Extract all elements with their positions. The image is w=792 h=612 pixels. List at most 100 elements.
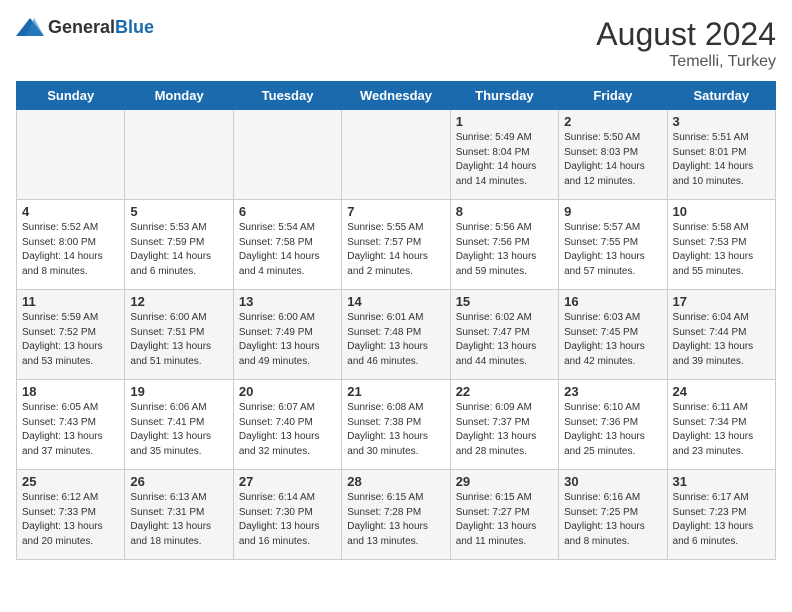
- day-info: Sunrise: 5:59 AM Sunset: 7:52 PM Dayligh…: [22, 311, 119, 369]
- day-info: Sunrise: 6:13 AM Sunset: 7:31 PM Dayligh…: [130, 491, 227, 549]
- calendar-cell: 21 Sunrise: 6:08 AM Sunset: 7:38 PM Dayli…: [342, 380, 450, 470]
- calendar-week-row: 1 Sunrise: 5:49 AM Sunset: 8:04 PM Daylig…: [17, 110, 776, 200]
- day-number: 10: [673, 204, 770, 219]
- day-info: Sunrise: 6:17 AM Sunset: 7:23 PM Dayligh…: [673, 491, 770, 549]
- page-header: GeneralBlue August 2024 Temelli, Turkey: [16, 16, 776, 71]
- day-info: Sunrise: 6:14 AM Sunset: 7:30 PM Dayligh…: [239, 491, 336, 549]
- day-info: Sunrise: 6:15 AM Sunset: 7:28 PM Dayligh…: [347, 491, 444, 549]
- title-block: August 2024 Temelli, Turkey: [596, 16, 776, 71]
- day-info: Sunrise: 5:49 AM Sunset: 8:04 PM Dayligh…: [456, 131, 553, 189]
- calendar-cell: 25Sunrise: 6:12 AM Sunset: 7:33 PM Dayli…: [17, 470, 125, 560]
- calendar-cell: 9 Sunrise: 5:57 AM Sunset: 7:55 PM Daylig…: [559, 200, 667, 290]
- calendar-week-row: 4Sunrise: 5:52 AM Sunset: 8:00 PM Daylig…: [17, 200, 776, 290]
- calendar-cell: 26 Sunrise: 6:13 AM Sunset: 7:31 PM Dayli…: [125, 470, 233, 560]
- day-number: 15: [456, 294, 553, 309]
- calendar-cell: 24 Sunrise: 6:11 AM Sunset: 7:34 PM Dayli…: [667, 380, 775, 470]
- day-info: Sunrise: 5:57 AM Sunset: 7:55 PM Dayligh…: [564, 221, 661, 279]
- day-number: 16: [564, 294, 661, 309]
- day-info: Sunrise: 6:00 AM Sunset: 7:51 PM Dayligh…: [130, 311, 227, 369]
- calendar-table: SundayMondayTuesdayWednesdayThursdayFrid…: [16, 81, 776, 560]
- day-number: 6: [239, 204, 336, 219]
- calendar-week-row: 11 Sunrise: 5:59 AM Sunset: 7:52 PM Dayli…: [17, 290, 776, 380]
- calendar-cell: [125, 110, 233, 200]
- day-info: Sunrise: 6:09 AM Sunset: 7:37 PM Dayligh…: [456, 401, 553, 459]
- day-number: 26: [130, 474, 227, 489]
- calendar-cell: [17, 110, 125, 200]
- location: Temelli, Turkey: [596, 53, 776, 71]
- calendar-week-row: 18Sunrise: 6:05 AM Sunset: 7:43 PM Dayli…: [17, 380, 776, 470]
- calendar-cell: 23Sunrise: 6:10 AM Sunset: 7:36 PM Dayli…: [559, 380, 667, 470]
- logo-icon: [16, 16, 44, 38]
- day-info: Sunrise: 5:58 AM Sunset: 7:53 PM Dayligh…: [673, 221, 770, 279]
- day-number: 14: [347, 294, 444, 309]
- day-number: 30: [564, 474, 661, 489]
- calendar-cell: 22 Sunrise: 6:09 AM Sunset: 7:37 PM Dayli…: [450, 380, 558, 470]
- day-number: 20: [239, 384, 336, 399]
- day-info: Sunrise: 6:04 AM Sunset: 7:44 PM Dayligh…: [673, 311, 770, 369]
- day-of-week-header: Sunday: [17, 82, 125, 110]
- calendar-cell: 31 Sunrise: 6:17 AM Sunset: 7:23 PM Dayli…: [667, 470, 775, 560]
- calendar-cell: 20 Sunrise: 6:07 AM Sunset: 7:40 PM Dayli…: [233, 380, 341, 470]
- calendar-week-row: 25Sunrise: 6:12 AM Sunset: 7:33 PM Dayli…: [17, 470, 776, 560]
- day-info: Sunrise: 6:00 AM Sunset: 7:49 PM Dayligh…: [239, 311, 336, 369]
- calendar-cell: 27 Sunrise: 6:14 AM Sunset: 7:30 PM Dayli…: [233, 470, 341, 560]
- day-info: Sunrise: 5:56 AM Sunset: 7:56 PM Dayligh…: [456, 221, 553, 279]
- day-of-week-header: Thursday: [450, 82, 558, 110]
- day-info: Sunrise: 6:01 AM Sunset: 7:48 PM Dayligh…: [347, 311, 444, 369]
- day-number: 5: [130, 204, 227, 219]
- calendar-cell: 7Sunrise: 5:55 AM Sunset: 7:57 PM Daylig…: [342, 200, 450, 290]
- day-number: 22: [456, 384, 553, 399]
- day-number: 21: [347, 384, 444, 399]
- calendar-cell: 8 Sunrise: 5:56 AM Sunset: 7:56 PM Daylig…: [450, 200, 558, 290]
- day-number: 11: [22, 294, 119, 309]
- calendar-cell: 17 Sunrise: 6:04 AM Sunset: 7:44 PM Dayli…: [667, 290, 775, 380]
- day-info: Sunrise: 6:02 AM Sunset: 7:47 PM Dayligh…: [456, 311, 553, 369]
- day-number: 1: [456, 114, 553, 129]
- day-info: Sunrise: 6:05 AM Sunset: 7:43 PM Dayligh…: [22, 401, 119, 459]
- day-info: Sunrise: 6:15 AM Sunset: 7:27 PM Dayligh…: [456, 491, 553, 549]
- day-number: 3: [673, 114, 770, 129]
- calendar-cell: 11 Sunrise: 5:59 AM Sunset: 7:52 PM Dayli…: [17, 290, 125, 380]
- day-number: 24: [673, 384, 770, 399]
- calendar-cell: [233, 110, 341, 200]
- day-number: 17: [673, 294, 770, 309]
- day-number: 8: [456, 204, 553, 219]
- month-year: August 2024: [596, 16, 776, 53]
- day-number: 27: [239, 474, 336, 489]
- calendar-cell: 6 Sunrise: 5:54 AM Sunset: 7:58 PM Daylig…: [233, 200, 341, 290]
- day-number: 13: [239, 294, 336, 309]
- day-number: 29: [456, 474, 553, 489]
- calendar-cell: 12Sunrise: 6:00 AM Sunset: 7:51 PM Dayli…: [125, 290, 233, 380]
- day-info: Sunrise: 6:06 AM Sunset: 7:41 PM Dayligh…: [130, 401, 227, 459]
- calendar-cell: 4Sunrise: 5:52 AM Sunset: 8:00 PM Daylig…: [17, 200, 125, 290]
- day-number: 4: [22, 204, 119, 219]
- day-of-week-header: Friday: [559, 82, 667, 110]
- day-number: 23: [564, 384, 661, 399]
- calendar-cell: 1 Sunrise: 5:49 AM Sunset: 8:04 PM Daylig…: [450, 110, 558, 200]
- day-info: Sunrise: 6:11 AM Sunset: 7:34 PM Dayligh…: [673, 401, 770, 459]
- day-of-week-header: Monday: [125, 82, 233, 110]
- logo-blue: Blue: [115, 17, 154, 37]
- day-number: 7: [347, 204, 444, 219]
- calendar-cell: 3Sunrise: 5:51 AM Sunset: 8:01 PM Daylig…: [667, 110, 775, 200]
- day-number: 31: [673, 474, 770, 489]
- day-of-week-header: Tuesday: [233, 82, 341, 110]
- day-number: 25: [22, 474, 119, 489]
- calendar-cell: 15 Sunrise: 6:02 AM Sunset: 7:47 PM Dayli…: [450, 290, 558, 380]
- day-number: 9: [564, 204, 661, 219]
- day-of-week-header: Wednesday: [342, 82, 450, 110]
- logo-general: General: [48, 17, 115, 37]
- calendar-cell: 14 Sunrise: 6:01 AM Sunset: 7:48 PM Dayli…: [342, 290, 450, 380]
- calendar-body: 1 Sunrise: 5:49 AM Sunset: 8:04 PM Daylig…: [17, 110, 776, 560]
- calendar-cell: 19 Sunrise: 6:06 AM Sunset: 7:41 PM Dayli…: [125, 380, 233, 470]
- day-number: 2: [564, 114, 661, 129]
- day-info: Sunrise: 6:07 AM Sunset: 7:40 PM Dayligh…: [239, 401, 336, 459]
- day-info: Sunrise: 6:08 AM Sunset: 7:38 PM Dayligh…: [347, 401, 444, 459]
- day-info: Sunrise: 5:54 AM Sunset: 7:58 PM Dayligh…: [239, 221, 336, 279]
- calendar-cell: 18Sunrise: 6:05 AM Sunset: 7:43 PM Dayli…: [17, 380, 125, 470]
- day-number: 19: [130, 384, 227, 399]
- calendar-cell: [342, 110, 450, 200]
- calendar-cell: 2Sunrise: 5:50 AM Sunset: 8:03 PM Daylig…: [559, 110, 667, 200]
- day-number: 28: [347, 474, 444, 489]
- calendar-cell: 29 Sunrise: 6:15 AM Sunset: 7:27 PM Dayli…: [450, 470, 558, 560]
